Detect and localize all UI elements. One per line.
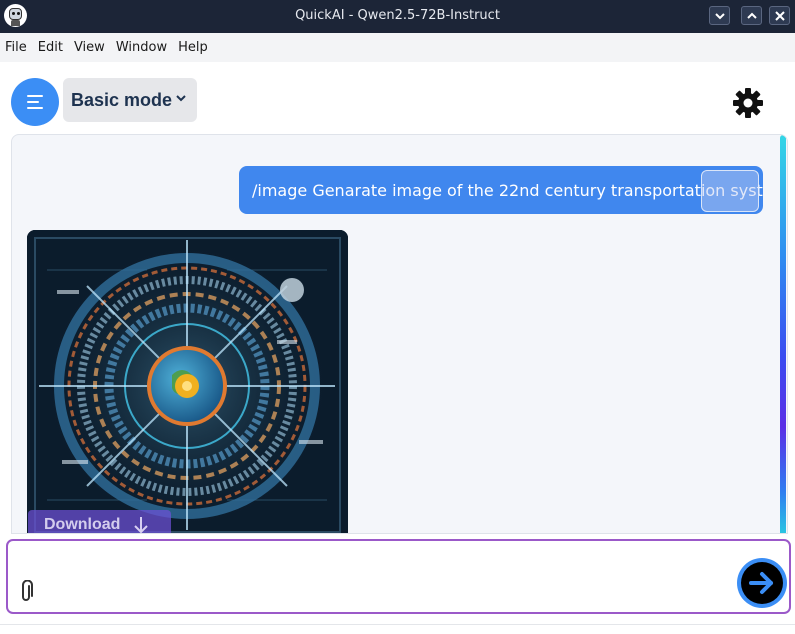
gear-icon[interactable] — [731, 86, 765, 120]
download-arrow-icon — [134, 517, 148, 533]
minimize-button[interactable] — [709, 6, 730, 25]
minimize-icon — [714, 12, 725, 19]
menu-window[interactable]: Window — [116, 40, 173, 55]
user-message: /image Genarate image of the 22nd centur… — [239, 166, 763, 214]
scrollbar-thumb[interactable] — [780, 135, 786, 533]
chat-area[interactable]: /image Genarate image of the 22nd centur… — [11, 134, 788, 534]
title-bar: QuickAI - Qwen2.5-72B-Instruct — [0, 0, 795, 33]
message-input[interactable] — [48, 551, 728, 601]
download-button[interactable]: Download — [28, 510, 171, 533]
close-icon — [774, 10, 785, 21]
message-input-container — [6, 539, 791, 614]
maximize-icon — [746, 12, 757, 19]
arrow-right-icon — [749, 572, 773, 594]
menu-file[interactable]: File — [5, 40, 33, 55]
generated-image — [27, 230, 348, 533]
hamburger-menu-icon — [27, 95, 43, 97]
paperclip-icon[interactable] — [17, 580, 35, 604]
menu-edit[interactable]: Edit — [38, 40, 69, 55]
menu-bar: File Edit View Window Help — [0, 33, 795, 62]
mode-select[interactable]: Basic mode — [63, 78, 197, 122]
menu-view[interactable]: View — [74, 40, 111, 55]
chevron-down-icon — [176, 95, 186, 102]
chat-scrollbar[interactable] — [779, 135, 787, 533]
copy-message-button[interactable] — [701, 170, 759, 212]
close-button[interactable] — [769, 6, 790, 25]
send-button[interactable] — [737, 558, 787, 608]
sidebar-toggle-button[interactable] — [11, 78, 59, 126]
download-label: Download — [44, 516, 121, 533]
menu-help[interactable]: Help — [178, 40, 214, 55]
mode-select-label: Basic mode — [71, 89, 173, 110]
maximize-button[interactable] — [741, 6, 762, 25]
window-title: QuickAI - Qwen2.5-72B-Instruct — [295, 8, 500, 23]
status-divider — [0, 624, 795, 625]
